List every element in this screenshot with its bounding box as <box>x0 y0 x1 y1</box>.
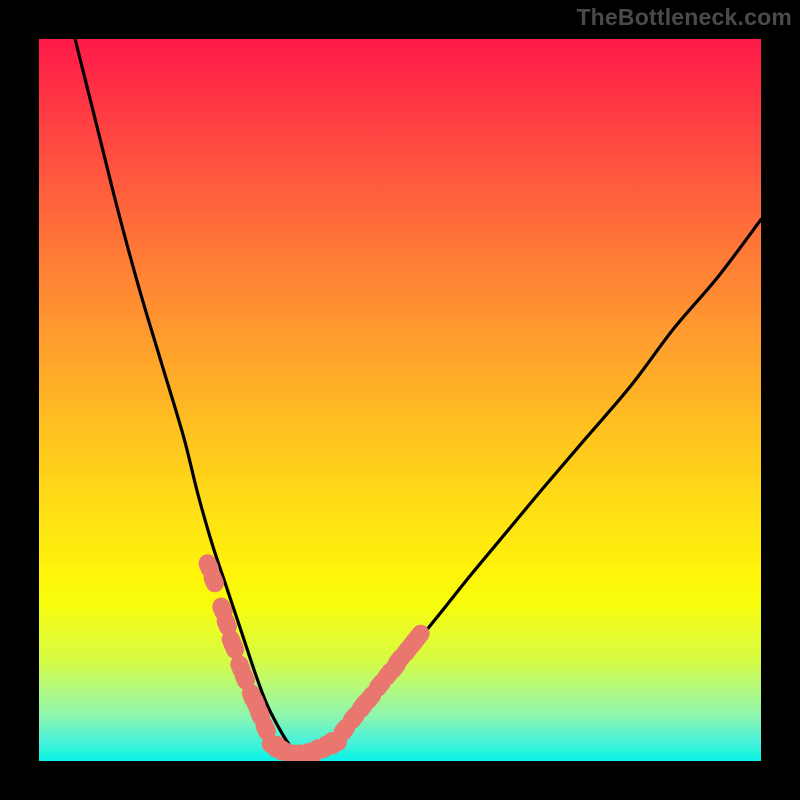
highlight-dots-right <box>330 621 433 745</box>
curve-layer <box>39 39 761 761</box>
chart-frame: TheBottleneck.com <box>0 0 800 800</box>
plot-area <box>39 39 761 761</box>
highlight-dots-left <box>196 552 279 743</box>
watermark-text: TheBottleneck.com <box>576 4 792 31</box>
